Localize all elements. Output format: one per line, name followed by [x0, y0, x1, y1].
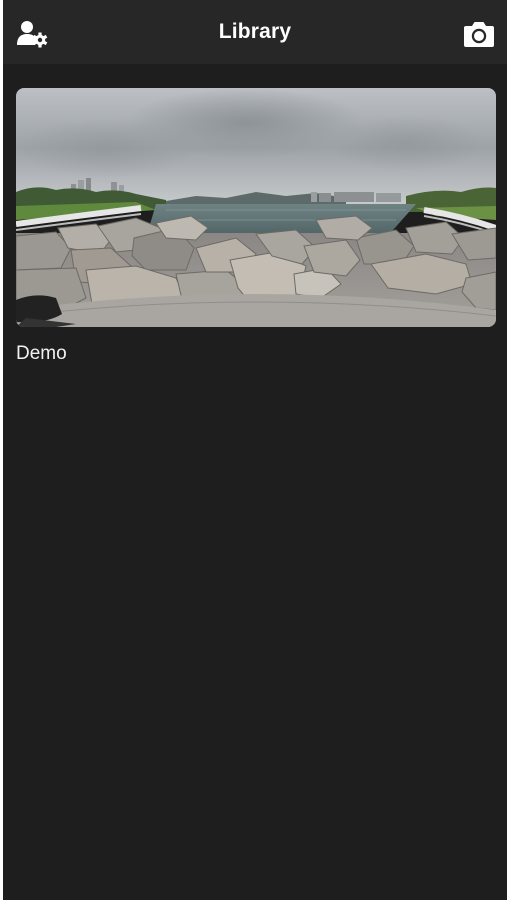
- library-item-demo[interactable]: Demo: [16, 88, 496, 365]
- navigation-bar: Library: [3, 0, 507, 64]
- page-title: Library: [218, 20, 292, 43]
- panorama-thumbnail[interactable]: [16, 88, 496, 327]
- library-screen: Library Demo: [3, 0, 507, 900]
- library-item-title: Demo: [16, 343, 67, 364]
- camera-button[interactable]: [461, 16, 497, 52]
- camera-icon: [464, 22, 494, 47]
